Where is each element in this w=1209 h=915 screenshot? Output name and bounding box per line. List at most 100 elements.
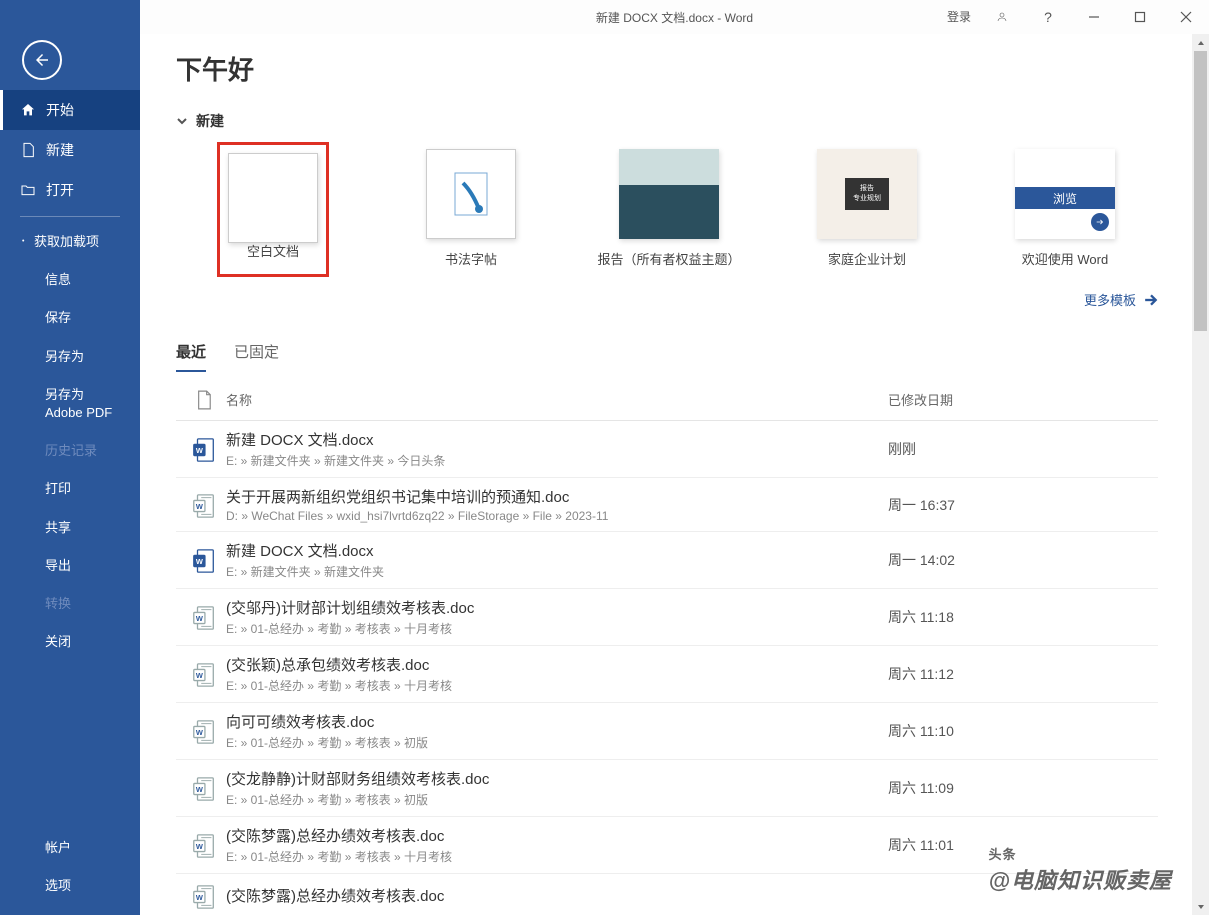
home-icon xyxy=(20,102,36,118)
scroll-down-button[interactable] xyxy=(1192,898,1209,915)
open-folder-icon xyxy=(20,182,36,198)
file-date: 周一 16:37 xyxy=(888,495,1158,515)
svg-text:W: W xyxy=(196,501,203,510)
titlebar: 新建 DOCX 文档.docx - Word 登录 ? xyxy=(140,0,1209,34)
svg-text:W: W xyxy=(196,557,203,566)
file-name: 新建 DOCX 文档.docx xyxy=(226,429,888,450)
file-row[interactable]: W 向可可绩效考核表.doc E: » 01-总经办 » 考勤 » 考核表 » … xyxy=(176,703,1158,760)
maximize-icon xyxy=(1134,11,1146,23)
minimize-icon xyxy=(1088,11,1100,23)
template-label: 空白文档 xyxy=(228,241,318,260)
tab-pinned[interactable]: 已固定 xyxy=(234,337,279,372)
file-row[interactable]: W 新建 DOCX 文档.docx E: » 新建文件夹 » 新建文件夹 周一 … xyxy=(176,532,1158,589)
templates-row: 空白文档 书法字帖 报告（所有者权益主题） 报告专业规划 xyxy=(188,149,1168,270)
file-name: 新建 DOCX 文档.docx xyxy=(226,540,888,561)
nav-save[interactable]: 保存 xyxy=(0,299,140,337)
word-doc-icon: W xyxy=(186,546,222,574)
nav-start[interactable]: 开始 xyxy=(0,90,140,130)
template-label: 欢迎使用 Word xyxy=(1022,249,1108,268)
nav-save-as[interactable]: 另存为 xyxy=(0,338,140,376)
nav-account[interactable]: 帐户 xyxy=(0,829,140,867)
scroll-up-button[interactable] xyxy=(1192,34,1209,51)
more-templates-link[interactable]: 更多模板 xyxy=(176,290,1158,309)
file-text: 向可可绩效考核表.doc E: » 01-总经办 » 考勤 » 考核表 » 初版 xyxy=(222,711,888,751)
file-text: 关于开展两新组织党组织书记集中培训的预通知.doc D: » WeChat Fi… xyxy=(222,486,888,523)
nav-options[interactable]: 选项 xyxy=(0,867,140,915)
help-button[interactable]: ? xyxy=(1025,0,1071,34)
file-text: 新建 DOCX 文档.docx E: » 新建文件夹 » 新建文件夹 xyxy=(222,540,888,580)
nav-print[interactable]: 打印 xyxy=(0,470,140,508)
nav-info[interactable]: 信息 xyxy=(0,261,140,299)
template-label: 报告（所有者权益主题） xyxy=(597,249,740,268)
template-family-business[interactable]: 报告专业规划 家庭企业计划 xyxy=(782,149,952,270)
content-scroll[interactable]: 下午好 新建 空白文档 书法字帖 xyxy=(140,34,1192,915)
arrow-right-icon xyxy=(1144,293,1158,307)
caret-up-icon xyxy=(1197,39,1205,47)
file-date: 周六 11:12 xyxy=(888,664,1158,684)
close-button[interactable] xyxy=(1163,0,1209,34)
watermark: 头条 @电脑知识贩卖屋 xyxy=(989,844,1172,895)
template-welcome-word[interactable]: 浏览 欢迎使用 Word xyxy=(980,149,1150,270)
nav-share[interactable]: 共享 xyxy=(0,509,140,547)
template-blank-doc[interactable]: 空白文档 xyxy=(188,149,358,270)
file-row[interactable]: W (交龙静静)计财部财务组绩效考核表.doc E: » 01-总经办 » 考勤… xyxy=(176,760,1158,817)
nav-new-label: 新建 xyxy=(46,140,74,160)
file-list: W 新建 DOCX 文档.docx E: » 新建文件夹 » 新建文件夹 » 今… xyxy=(176,421,1168,915)
file-path: E: » 01-总经办 » 考勤 » 考核表 » 十月考核 xyxy=(226,848,888,865)
arrow-circle-icon xyxy=(1091,213,1109,231)
svg-text:W: W xyxy=(196,842,203,851)
word-doc-icon: W xyxy=(186,717,222,745)
family-thumb: 报告专业规划 xyxy=(817,149,917,239)
word-doc-icon: W xyxy=(186,491,222,519)
file-text: (交陈梦露)总经办绩效考核表.doc xyxy=(222,885,888,908)
svg-text:W: W xyxy=(196,446,203,455)
template-calligraphy[interactable]: 书法字帖 xyxy=(386,149,556,270)
file-row[interactable]: W 新建 DOCX 文档.docx E: » 新建文件夹 » 新建文件夹 » 今… xyxy=(176,421,1158,478)
nav-divider xyxy=(20,216,120,217)
scrollbar-thumb[interactable] xyxy=(1194,51,1207,331)
file-text: (交张颖)总承包绩效考核表.doc E: » 01-总经办 » 考勤 » 考核表… xyxy=(222,654,888,694)
maximize-button[interactable] xyxy=(1117,0,1163,34)
file-row[interactable]: W (交张颖)总承包绩效考核表.doc E: » 01-总经办 » 考勤 » 考… xyxy=(176,646,1158,703)
account-icon-button[interactable] xyxy=(979,0,1025,34)
blank-doc-thumb xyxy=(228,153,318,243)
nav-export[interactable]: 导出 xyxy=(0,547,140,585)
file-path: E: » 01-总经办 » 考勤 » 考核表 » 十月考核 xyxy=(226,620,888,637)
report-thumb xyxy=(619,149,719,239)
login-button[interactable]: 登录 xyxy=(939,0,979,34)
brush-icon xyxy=(451,169,491,219)
nav-save-as-pdf[interactable]: 另存为 Adobe PDF xyxy=(0,376,140,432)
template-report[interactable]: 报告（所有者权益主题） xyxy=(584,149,754,270)
svg-text:W: W xyxy=(196,614,203,623)
template-label: 家庭企业计划 xyxy=(828,249,906,268)
welcome-thumb: 浏览 xyxy=(1015,149,1115,239)
new-section-label: 新建 xyxy=(196,111,224,131)
nav-start-label: 开始 xyxy=(46,100,74,120)
recent-tabs: 最近 已固定 xyxy=(176,337,1168,372)
titlebar-controls: 登录 ? xyxy=(939,0,1209,34)
word-doc-icon: W xyxy=(186,660,222,688)
new-section-header[interactable]: 新建 xyxy=(176,111,1168,131)
file-row[interactable]: W (交邬丹)计财部计划组绩效考核表.doc E: » 01-总经办 » 考勤 … xyxy=(176,589,1158,646)
header-date: 已修改日期 xyxy=(888,390,1158,410)
nav-close[interactable]: 关闭 xyxy=(0,623,140,661)
svg-text:W: W xyxy=(196,671,203,680)
word-doc-icon: W xyxy=(186,603,222,631)
file-path: E: » 新建文件夹 » 新建文件夹 xyxy=(226,563,888,580)
file-row[interactable]: W 关于开展两新组织党组织书记集中培训的预通知.doc D: » WeChat … xyxy=(176,478,1158,532)
file-name: (交邬丹)计财部计划组绩效考核表.doc xyxy=(226,597,888,618)
calligraphy-thumb xyxy=(426,149,516,239)
file-name: (交陈梦露)总经办绩效考核表.doc xyxy=(226,825,888,846)
scrollbar[interactable] xyxy=(1192,34,1209,915)
nav-addins[interactable]: 获取加载项 xyxy=(0,223,140,261)
file-path: E: » 01-总经办 » 考勤 » 考核表 » 十月考核 xyxy=(226,677,888,694)
back-button[interactable] xyxy=(22,40,62,80)
file-path: D: » WeChat Files » wxid_hsi7lvrtd6zq22 … xyxy=(226,509,888,523)
back-arrow-icon xyxy=(33,51,51,69)
file-name: (交陈梦露)总经办绩效考核表.doc xyxy=(226,885,888,906)
nav-new[interactable]: 新建 xyxy=(0,130,140,170)
file-path: E: » 新建文件夹 » 新建文件夹 » 今日头条 xyxy=(226,452,888,469)
minimize-button[interactable] xyxy=(1071,0,1117,34)
tab-recent[interactable]: 最近 xyxy=(176,337,206,372)
nav-open[interactable]: 打开 xyxy=(0,170,140,210)
